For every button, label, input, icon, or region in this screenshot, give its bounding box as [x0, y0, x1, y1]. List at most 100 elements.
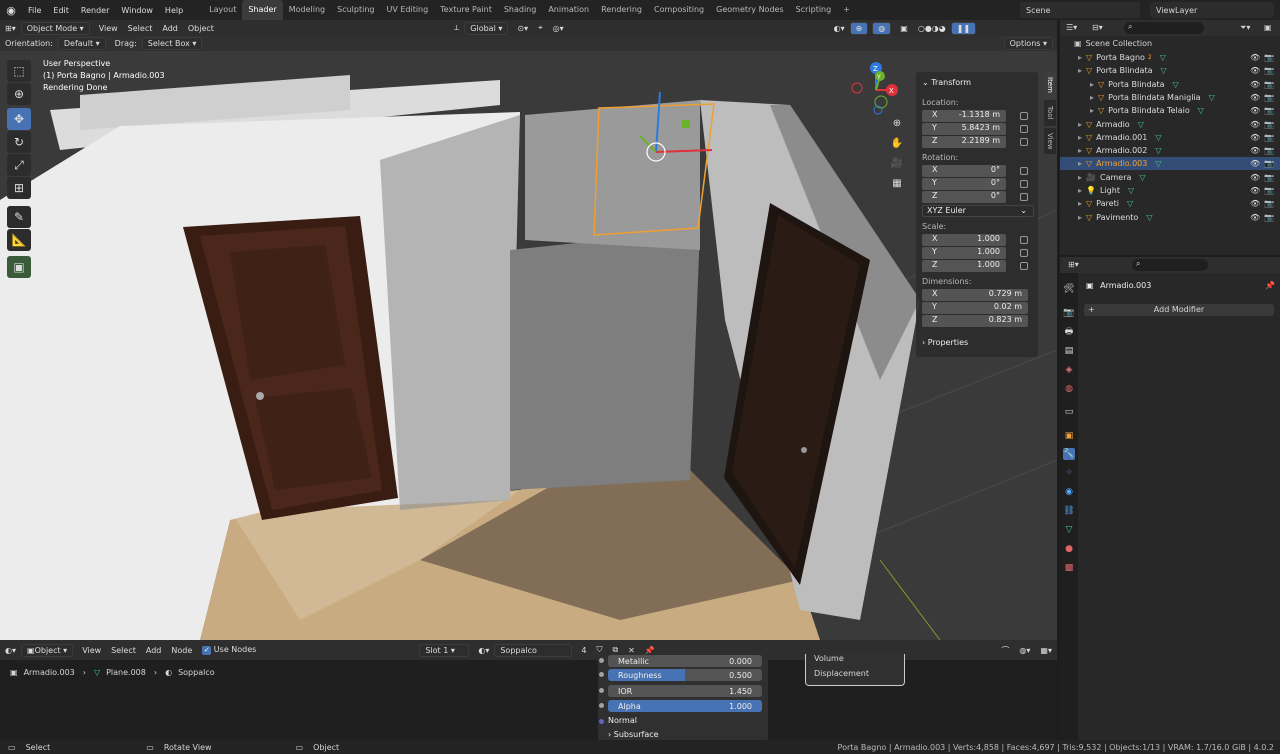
visibility-eye-icon[interactable]: 👁 [1250, 213, 1260, 222]
rotation-z-field[interactable]: Z 0° [922, 191, 1006, 203]
editor-type-icon[interactable]: ⊞▾ [1068, 260, 1079, 269]
scale-tool-icon[interactable]: ⤢ [7, 154, 31, 176]
tab-layout[interactable]: Layout [203, 0, 242, 20]
dimensions-y-field[interactable]: Y 0.02 m [922, 302, 1028, 314]
overlay-toggle-icon[interactable]: ◍ [872, 21, 892, 35]
visibility-icon[interactable]: ◐▾ [829, 24, 850, 33]
tab-animation[interactable]: Animation [542, 0, 595, 20]
tab-compositing[interactable]: Compositing [648, 0, 710, 20]
lock-icon[interactable] [1020, 138, 1028, 146]
overlay-icon[interactable]: ◍▾ [1014, 646, 1035, 655]
slot-dropdown[interactable]: Slot 1 ▾ [419, 643, 470, 657]
gizmo-toggle-icon[interactable]: ⊕ [849, 21, 869, 35]
location-z-field[interactable]: Z 2.2189 m [922, 136, 1006, 148]
render-visibility-icon[interactable]: 📷 [1264, 173, 1274, 182]
display-mode-icon[interactable]: ⊟▾ [1092, 23, 1103, 32]
render-visibility-icon[interactable]: 📷 [1264, 199, 1274, 208]
render-visibility-icon[interactable]: 📷 [1264, 186, 1274, 195]
render-visibility-icon[interactable]: 📷 [1264, 80, 1274, 89]
rotate-tool-icon[interactable]: ↻ [7, 131, 31, 153]
shading-modes-icon[interactable]: ○●◑◕ [913, 24, 951, 33]
visibility-eye-icon[interactable]: 👁 [1250, 66, 1260, 75]
mesh-data-icon[interactable]: ▽ [1155, 159, 1161, 168]
outliner-item[interactable]: ▸ 🎥 Camera ▽ 👁 📷 [1060, 171, 1280, 184]
expand-arrow-icon[interactable]: ▸ [1078, 213, 1082, 222]
snap-icon[interactable]: ⌒ [996, 645, 1014, 656]
physics-tab-icon[interactable]: ◉ [1063, 486, 1075, 498]
unlink-material-icon[interactable]: ✕ [623, 646, 640, 655]
tab-sculpting[interactable]: Sculpting [331, 0, 380, 20]
dimensions-z-field[interactable]: Z 0.823 m [922, 315, 1028, 327]
material-name-field[interactable]: Soppalco [494, 643, 573, 657]
location-x-field[interactable]: X -1.1318 m [922, 110, 1006, 122]
expand-arrow-icon[interactable]: ▸ [1078, 66, 1082, 75]
proportional-edit-icon[interactable]: ◎▾ [548, 24, 569, 33]
viewport-menu-view[interactable]: View [94, 24, 123, 33]
outliner-item[interactable]: ▸ ▽ Porta Bagno 2 ▽ 👁 📷 [1060, 51, 1280, 64]
expand-arrow-icon[interactable]: ▸ [1078, 53, 1082, 62]
shader-node-editor[interactable]: ◐▾ ▣ Object ▾ View Select Add Node ✓ Use… [0, 640, 1057, 742]
rotation-x-field[interactable]: X 0° [922, 165, 1006, 177]
tab-modeling[interactable]: Modeling [283, 0, 331, 20]
dimensions-x-field[interactable]: X 0.729 m [922, 289, 1028, 301]
fake-user-icon[interactable]: ⛉ [591, 645, 607, 655]
tab-texture-paint[interactable]: Texture Paint [434, 0, 498, 20]
mesh-data-icon[interactable]: ▽ [1155, 133, 1161, 142]
menu-file[interactable]: File [22, 6, 47, 15]
outliner-item[interactable]: ▸ ▽ Pareti ▽ 👁 📷 [1060, 197, 1280, 210]
tab-shader[interactable]: Shader [242, 0, 283, 20]
node-menu-node[interactable]: Node [166, 646, 197, 655]
tool-tab-icon[interactable]: 🛠 [1063, 283, 1075, 295]
outliner-item[interactable]: ▸ 💡 Light ▽ 👁 📷 [1060, 184, 1280, 197]
pivot-icon[interactable]: ⊙▾ [512, 24, 533, 33]
expand-arrow-icon[interactable]: ▸ [1078, 159, 1082, 168]
pin-icon[interactable]: 📌 [1265, 281, 1275, 290]
outliner-search-input[interactable]: ⌕ [1124, 22, 1204, 34]
viewport-menu-add[interactable]: Add [157, 24, 183, 33]
scale-y-field[interactable]: Y 1.000 [922, 247, 1006, 259]
pin-icon[interactable]: 📌 [640, 646, 660, 655]
node-menu-select[interactable]: Select [106, 646, 141, 655]
alpha-field[interactable]: Alpha 1.000 [599, 700, 762, 712]
lock-icon[interactable] [1020, 125, 1028, 133]
tab-scripting[interactable]: Scripting [790, 0, 838, 20]
expand-arrow-icon[interactable]: ▸ [1078, 199, 1082, 208]
render-visibility-icon[interactable]: 📷 [1264, 53, 1274, 62]
add-cube-tool-icon[interactable]: ▣ [7, 256, 31, 278]
expand-arrow-icon[interactable]: ▸ [1090, 106, 1094, 115]
view-layer-selector[interactable]: ViewLayer [1150, 2, 1274, 18]
mode-selector[interactable]: Object Mode ▾ [20, 21, 90, 35]
mesh-data-icon[interactable]: ▽ [1173, 80, 1179, 89]
render-visibility-icon[interactable]: 📷 [1264, 93, 1274, 102]
tab-geometry-nodes[interactable]: Geometry Nodes [710, 0, 789, 20]
collection-tab-icon[interactable]: ▭ [1063, 406, 1075, 418]
material-browse-icon[interactable]: ◐▾ [473, 646, 494, 655]
data-tab-icon[interactable]: ▽ [1063, 524, 1075, 536]
rotation-mode-dropdown[interactable]: XYZ Euler ⌄ [922, 205, 1034, 217]
expand-arrow-icon[interactable]: ▸ [1090, 80, 1094, 89]
world-tab-icon[interactable]: ◍ [1063, 383, 1075, 395]
lock-icon[interactable] [1020, 180, 1028, 188]
visibility-eye-icon[interactable]: 👁 [1250, 146, 1260, 155]
outliner-item[interactable]: ▸ ▽ Pavimento ▽ 👁 📷 [1060, 211, 1280, 224]
menu-help[interactable]: Help [159, 6, 189, 15]
mesh-data-icon[interactable]: ▽ [1198, 106, 1204, 115]
select-box-tool-icon[interactable]: ⬚ [7, 60, 31, 82]
camera-view-icon[interactable]: 🎥 [888, 154, 906, 172]
constraints-tab-icon[interactable]: ⛓ [1063, 505, 1075, 517]
lock-icon[interactable] [1020, 112, 1028, 120]
view-layer-tab-icon[interactable]: ▤ [1063, 345, 1075, 357]
mesh-data-icon[interactable]: ▽ [1128, 186, 1134, 195]
filter-icon[interactable]: ⏷▾ [1240, 23, 1250, 33]
outliner-item[interactable]: ▸ ▽ Armadio.003 ▽ 👁 📷 [1060, 157, 1280, 171]
transform-orientation-dropdown[interactable]: Global ▾ [464, 21, 509, 35]
tab-view[interactable]: View [1044, 128, 1056, 154]
render-visibility-icon[interactable]: 📷 [1264, 66, 1274, 75]
material-output-node[interactable]: Volume Displacement [805, 654, 905, 686]
lock-icon[interactable] [1020, 193, 1028, 201]
measure-tool-icon[interactable]: 📐 [7, 229, 31, 251]
zoom-icon[interactable]: ⊕ [888, 114, 906, 132]
menu-window[interactable]: Window [115, 6, 159, 15]
outliner-scene-collection[interactable]: ▣ Scene Collection [1060, 37, 1280, 50]
lock-icon[interactable] [1020, 236, 1028, 244]
